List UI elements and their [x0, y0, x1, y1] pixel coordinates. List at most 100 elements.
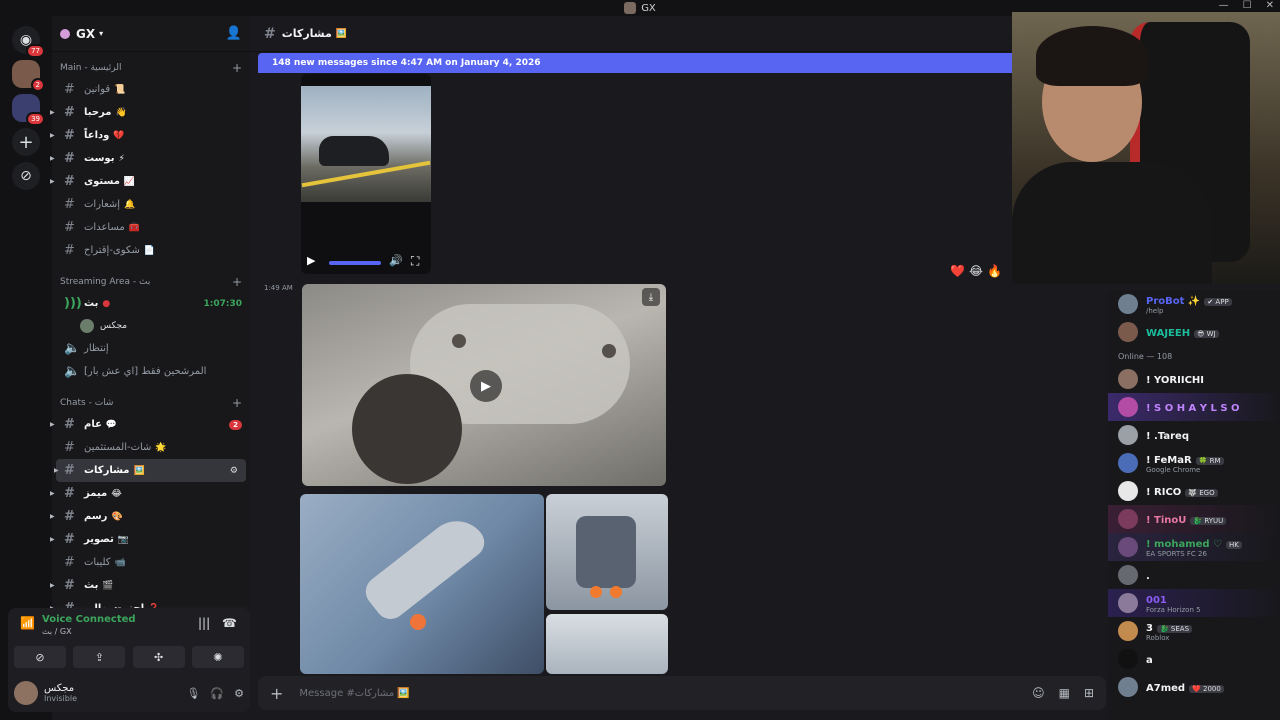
unread-indicator-icon: ▶ [50, 513, 55, 520]
category-streaming[interactable]: Streaming Area - بث + [52, 272, 250, 292]
fullscreen-icon[interactable]: ⛶ [411, 254, 419, 269]
voice-channel-stream[interactable]: ))) بث ● 1:07:30 [52, 292, 250, 315]
gear-icon[interactable]: ⚙ [234, 687, 244, 700]
channel-emoji: 📹 [114, 557, 126, 568]
voice-channel-name[interactable]: بث / GX [42, 627, 72, 636]
image-attachment[interactable] [546, 614, 668, 674]
user-panel: مجكس Invisible 🎙 🎧 ⚙ [8, 674, 250, 712]
member-item[interactable]: . [1108, 561, 1280, 589]
avatar[interactable] [14, 681, 38, 705]
member-name: A7med [1146, 683, 1186, 694]
heart-reaction-icon[interactable]: ❤️ [950, 264, 965, 278]
channel-item[interactable]: # شكوى-إقتراح 📄 [52, 239, 250, 262]
member-item[interactable]: 001 Forza Horizon 5 [1108, 589, 1280, 617]
member-item[interactable]: ! FeMaR 🍀 RM Google Chrome [1108, 449, 1280, 477]
channel-emoji: 🖼️ [133, 465, 145, 476]
member-item[interactable]: a [1108, 645, 1280, 673]
voice-timer: 1:07:30 [203, 298, 242, 309]
laugh-reaction-icon[interactable]: 😂 [969, 264, 983, 278]
fire-reaction-icon[interactable]: 🔥 [987, 264, 1002, 278]
microphone-icon[interactable]: 🎙 [186, 687, 200, 700]
create-channel-icon[interactable]: + [232, 61, 242, 75]
online-header: Online — 108 [1118, 352, 1173, 361]
screen-share-button[interactable]: ⇪ [73, 646, 126, 668]
statue-eye [602, 344, 616, 358]
disconnect-icon[interactable]: ☎ [222, 616, 237, 630]
channel-item[interactable]: # مساعدات 🧰 [52, 216, 250, 239]
voice-channel-subs[interactable]: 🔈 المرشحين فقط [اي عش بار] [52, 360, 250, 383]
new-messages-bar[interactable]: 148 new messages since 4:47 AM on Januar… [258, 53, 1014, 73]
apps-icon[interactable]: ▦ [1059, 686, 1070, 700]
member-item[interactable]: ! S O H A Y L S O [1108, 393, 1280, 421]
hash-icon: # [264, 25, 276, 42]
video-attachment[interactable]: ▶ 🔊 ⛶ [301, 74, 431, 274]
channel-item[interactable]: ▶ # تصوير 📷 [50, 528, 250, 551]
direct-messages-icon[interactable]: ◉ 77 [12, 26, 45, 58]
channel-item[interactable]: ▶ # مرحبا 👋 [50, 101, 250, 124]
channel-item[interactable]: ▶ # ميمز 😂 [50, 482, 250, 505]
activities-button[interactable]: ✣ [132, 646, 185, 668]
close-icon[interactable]: ✕ [1266, 0, 1274, 11]
noise-suppression-icon[interactable]: ||| [198, 616, 210, 630]
download-icon[interactable]: ⤓ [642, 288, 660, 306]
channel-item[interactable]: # قوانين 📜 [52, 78, 250, 101]
channel-header: # مشاركات 🖼️ [250, 16, 1010, 52]
member-item[interactable]: ! TinoU 🐉 RYUU [1108, 505, 1280, 533]
channel-item[interactable]: # كليبات 📹 [52, 551, 250, 574]
volume-icon[interactable]: 🔊 [389, 254, 403, 267]
channel-item[interactable]: ▶ # بوست ⚡ [50, 147, 250, 170]
member-item[interactable]: ProBot ✨ ✔ APP/help [1108, 290, 1280, 318]
member-item[interactable]: ! .Tareq [1108, 421, 1280, 449]
message-composer[interactable]: + Message #مشاركات 🖼️ ☺ ▦ ⊞ [258, 676, 1106, 710]
soundboard-button[interactable]: ✺ [191, 646, 244, 668]
member-item[interactable]: 3 🐉 SEAS Roblox [1108, 617, 1280, 645]
channel-item[interactable]: ▶ # مشاركات 🖼️ ⚙ [54, 459, 246, 482]
category-chats[interactable]: Chats - شات + [52, 393, 250, 413]
play-icon[interactable]: ▶ [470, 370, 502, 402]
server-header[interactable]: GX ▾ 👤 [52, 16, 250, 52]
avatar [1118, 425, 1138, 445]
video-attachment[interactable]: ▶ ⤓ [302, 284, 666, 486]
member-item[interactable]: ! YORIICHI [1108, 365, 1280, 393]
create-channel-icon[interactable]: + [232, 396, 242, 410]
channel-item[interactable]: # إشعارات 🔔 [52, 193, 250, 216]
member-item[interactable]: A7med ❤️ 2000 [1108, 673, 1280, 701]
invite-people-icon[interactable]: 👤 [226, 26, 242, 41]
channel-settings-icon[interactable]: ⚙ [230, 466, 238, 476]
channel-item[interactable]: # شات-المستثمين 🌟 [52, 436, 250, 459]
member-item[interactable]: WAJEEH 😎 WJ [1108, 318, 1280, 346]
headphones-icon[interactable]: 🎧 [210, 687, 224, 700]
channel-item[interactable]: ▶ # مستوى 📈 [50, 170, 250, 193]
message-input[interactable]: Message #مشاركات 🖼️ [299, 688, 409, 699]
channel-emoji: 📷 [117, 534, 130, 545]
play-icon[interactable]: ▶ [307, 254, 315, 267]
camera-off-button[interactable]: ⊘ [14, 646, 66, 668]
minimize-icon[interactable]: — [1219, 0, 1229, 11]
jet-flame [610, 586, 622, 598]
hash-icon: # [64, 197, 75, 212]
add-attachment-icon[interactable]: + [270, 684, 283, 703]
gift-icon[interactable]: ⊞ [1084, 686, 1094, 700]
server-icon-gx[interactable]: 2 [12, 60, 45, 92]
voice-user[interactable]: مجكس [52, 315, 250, 337]
maximize-icon[interactable]: ☐ [1243, 0, 1252, 11]
channel-item[interactable]: ▶ # بث 🎬 [50, 574, 250, 597]
discover-icon[interactable]: ⊘ [12, 162, 40, 190]
channel-item[interactable]: ▶ # رسم 🎨 [50, 505, 250, 528]
channel-item[interactable]: ▶ # عام 💬 2 [50, 413, 250, 436]
server-folder-icon[interactable]: 39 [12, 94, 45, 126]
voice-channel-waiting[interactable]: 🔈 إنتظار [52, 337, 250, 360]
add-server-icon[interactable]: + [12, 128, 40, 156]
unread-badge: 77 [26, 44, 45, 58]
member-item[interactable]: ! mohamed ♡ HK EA SPORTS FC 26 [1108, 533, 1280, 561]
category-main[interactable]: Main - الرئيسية + [52, 58, 250, 78]
member-item[interactable]: ! RICO 🐺 EGO [1108, 477, 1280, 505]
emoji-picker-icon[interactable]: ☺ [1032, 686, 1045, 700]
image-attachment[interactable] [300, 494, 544, 674]
image-attachment[interactable] [546, 494, 668, 610]
voice-active-icon: ))) [64, 296, 82, 311]
video-progress[interactable] [329, 261, 381, 265]
create-channel-icon[interactable]: + [232, 275, 242, 289]
channel-item[interactable]: ▶ # وداعاً 💔 [50, 124, 250, 147]
member-activity: /help [1146, 307, 1164, 315]
